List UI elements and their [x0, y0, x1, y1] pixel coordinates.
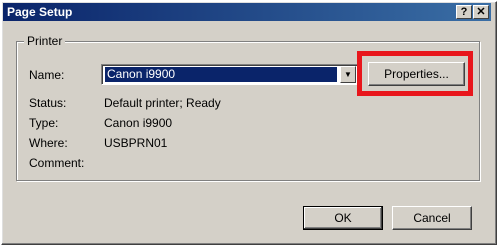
comment-label: Comment: [29, 156, 85, 170]
type-value: Canon i9900 [104, 116, 173, 130]
help-button[interactable]: ? [456, 5, 472, 19]
where-value: USBPRN01 [104, 136, 168, 150]
printer-name-select[interactable]: Canon i9900 ▼ [101, 64, 358, 85]
cancel-button[interactable]: Cancel [392, 206, 472, 230]
type-label: Type: [29, 116, 59, 130]
status-value: Default printer; Ready [104, 96, 221, 110]
status-label: Status: [29, 96, 67, 110]
chevron-down-icon[interactable]: ▼ [340, 66, 356, 83]
title-bar[interactable]: Page Setup [3, 3, 491, 21]
properties-button[interactable]: Properties... [368, 62, 465, 86]
close-button[interactable]: ✕ [473, 5, 489, 19]
window-title: Page Setup [7, 5, 73, 19]
printer-group-label: Printer [24, 34, 66, 48]
where-label: Where: [29, 136, 68, 150]
name-label: Name: [29, 68, 65, 82]
printer-name-value: Canon i9900 [105, 67, 337, 82]
ok-button[interactable]: OK [303, 206, 383, 230]
